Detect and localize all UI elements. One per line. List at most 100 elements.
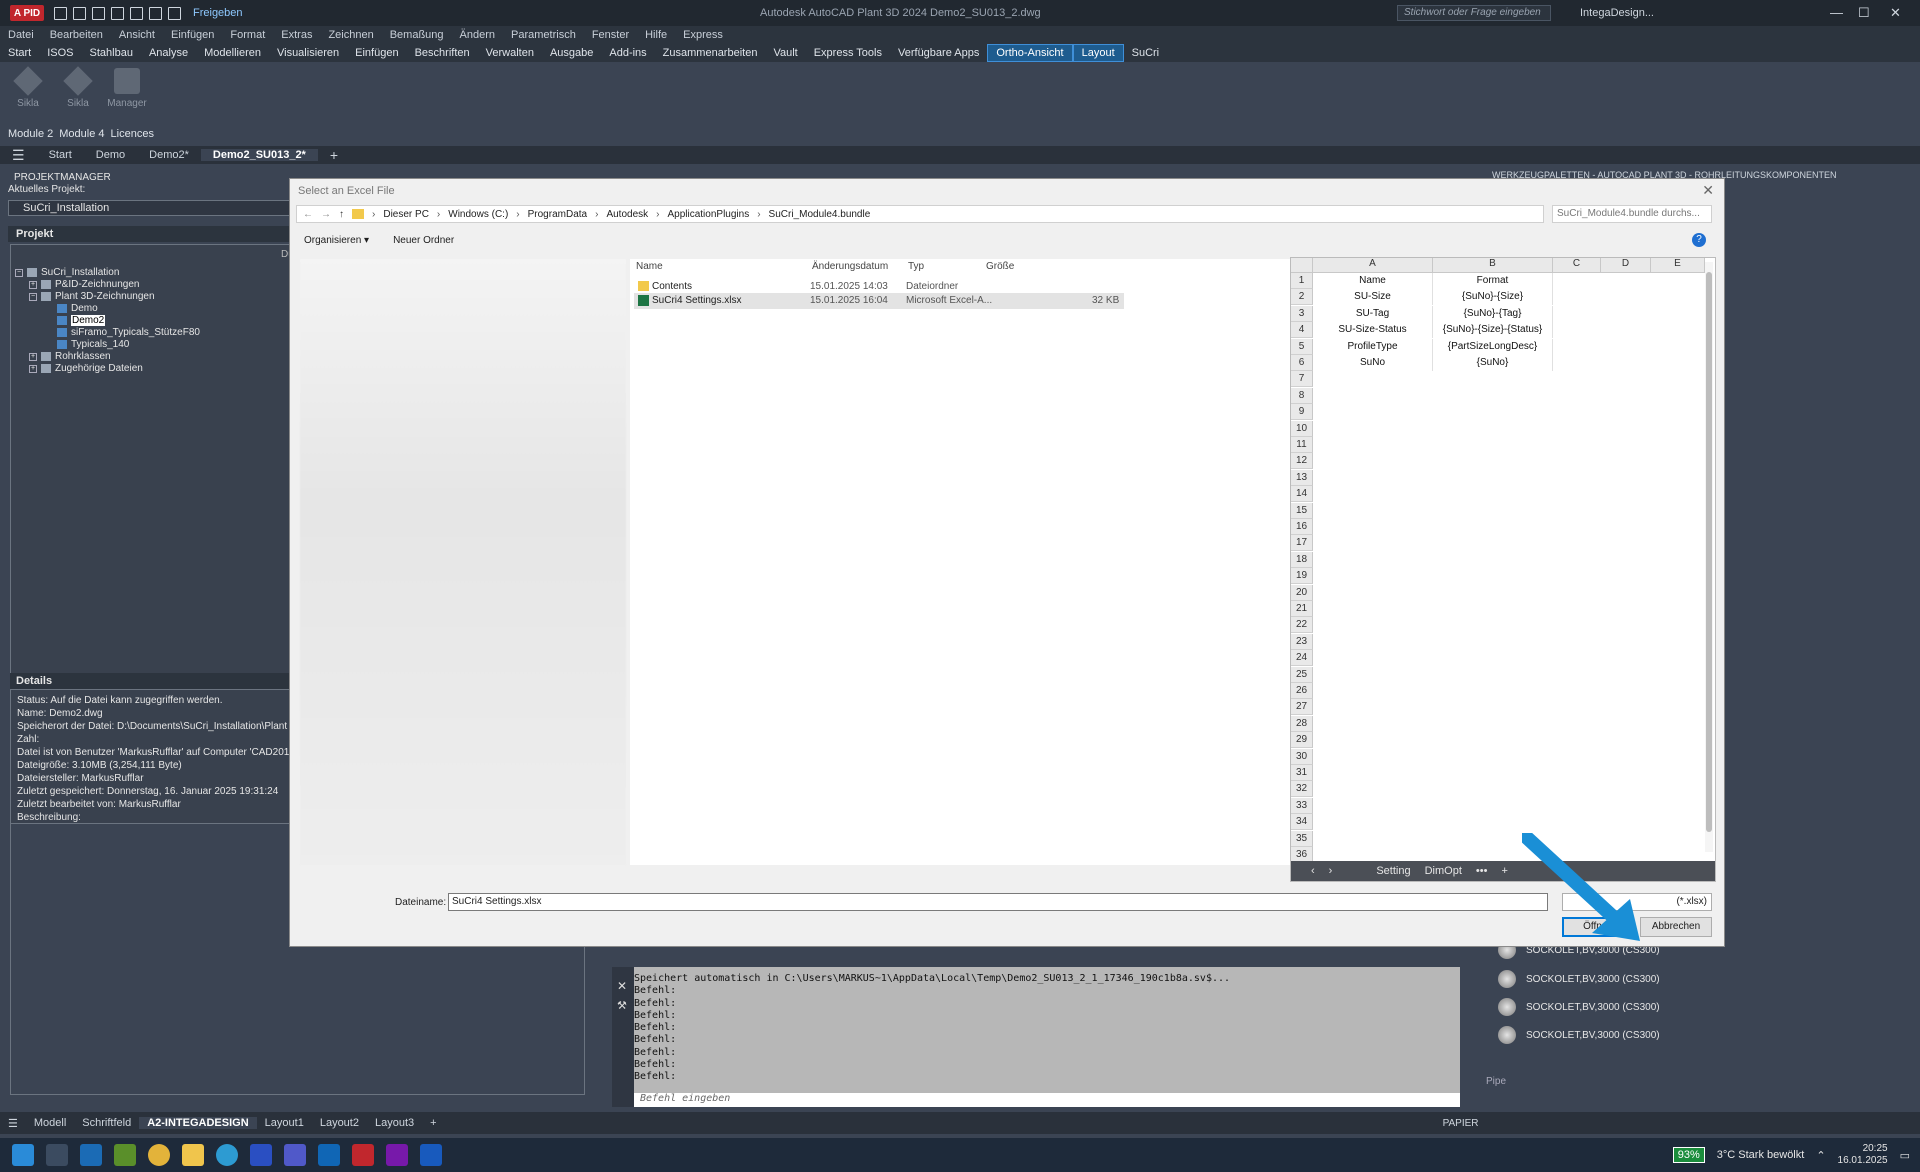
next-sheet-icon[interactable]: ›	[1329, 865, 1333, 877]
breadcrumb-item[interactable]: ApplicationPlugins	[667, 209, 749, 220]
menu-item[interactable]: Hilfe	[637, 29, 675, 41]
autocad-icon[interactable]	[352, 1144, 374, 1166]
filename-input[interactable]: SuCri4 Settings.xlsx	[448, 893, 1548, 911]
ribbon-tab[interactable]: Verfügbare Apps	[890, 45, 987, 61]
add-sheet-icon[interactable]: +	[1501, 865, 1507, 877]
menu-item[interactable]: Fenster	[584, 29, 637, 41]
collapse-icon[interactable]: −	[29, 292, 37, 301]
menu-item[interactable]: Ändern	[452, 29, 503, 41]
palette-item[interactable]: SOCKOLET,BV,3000 (CS300)	[1498, 998, 1660, 1016]
palette-item[interactable]: SOCKOLET,BV,3000 (CS300)	[1498, 1026, 1660, 1044]
expand-icon[interactable]: +	[29, 280, 37, 289]
autocad-logo[interactable]: A PID	[10, 5, 44, 21]
ribbon-tab[interactable]: Verwalten	[478, 45, 542, 61]
col-size[interactable]: Größe	[986, 261, 1014, 272]
teams-icon[interactable]	[284, 1144, 306, 1166]
weather-widget[interactable]: 3°C Stark bewölkt	[1717, 1149, 1805, 1161]
expand-icon[interactable]: +	[29, 364, 37, 373]
doc-tab-demo2[interactable]: Demo2*	[137, 149, 201, 161]
menu-item[interactable]: Extras	[273, 29, 320, 41]
tree-item[interactable]: Typicals_140	[57, 339, 129, 350]
ribbon-tab[interactable]: Start	[0, 45, 39, 61]
menu-item[interactable]: Zeichnen	[320, 29, 381, 41]
menu-item[interactable]: Express	[675, 29, 731, 41]
new-icon[interactable]	[54, 6, 67, 20]
save-icon[interactable]	[92, 6, 105, 20]
current-project-select[interactable]: SuCri_Installation	[8, 200, 298, 216]
help-search-input[interactable]: Stichwort oder Frage eingeben	[1397, 5, 1551, 21]
app-icon[interactable]	[80, 1144, 102, 1166]
saveas-icon[interactable]	[111, 6, 124, 20]
prev-sheet-icon[interactable]: ‹	[1311, 865, 1315, 877]
close-icon[interactable]: ✕	[617, 979, 634, 993]
sheet-tab-setting[interactable]: Setting	[1376, 865, 1410, 877]
layout-tab[interactable]: Schriftfeld	[74, 1117, 139, 1129]
command-input[interactable]: Befehl eingeben	[634, 1093, 1460, 1107]
layout-tab[interactable]: Layout3	[367, 1117, 422, 1129]
menu-item[interactable]: Parametrisch	[503, 29, 584, 41]
doc-tab-start[interactable]: Start	[37, 149, 84, 161]
ribbon-tab[interactable]: ISOS	[39, 45, 81, 61]
ribbon-tab[interactable]: Einfügen	[347, 45, 406, 61]
print-icon[interactable]	[130, 6, 143, 20]
new-tab-icon[interactable]: +	[318, 147, 350, 163]
open-icon[interactable]	[73, 6, 86, 20]
manager-button[interactable]: Manager	[107, 68, 147, 109]
organize-button[interactable]: Organisieren ▾	[304, 235, 369, 246]
up-icon[interactable]: ↑	[339, 209, 344, 220]
maximize-icon[interactable]: ☐	[1858, 5, 1870, 21]
add-layout-icon[interactable]: +	[422, 1117, 444, 1129]
breadcrumb-item[interactable]: Windows (C:)	[448, 209, 508, 220]
tree-item[interactable]: siFramo_Typicals_StützeF80	[57, 327, 200, 338]
breadcrumb-item[interactable]: Dieser PC	[383, 209, 429, 220]
hamburger-icon[interactable]: ☰	[0, 1117, 26, 1130]
ribbon-tab[interactable]: Ausgabe	[542, 45, 601, 61]
ribbon-tab[interactable]: Visualisieren	[269, 45, 347, 61]
ribbon-tab[interactable]: Add-ins	[601, 45, 654, 61]
wrench-icon[interactable]: ⚒	[617, 999, 634, 1012]
doc-tab-demo[interactable]: Demo	[84, 149, 137, 161]
ribbon-tab[interactable]: Modellieren	[196, 45, 269, 61]
breadcrumb-item[interactable]: Autodesk	[606, 209, 648, 220]
layout-tab[interactable]: Layout2	[312, 1117, 367, 1129]
file-row-selected[interactable]: SuCri4 Settings.xlsx 15.01.2025 16:04 Mi…	[634, 293, 1124, 309]
sikla-button-1[interactable]: Sikla	[8, 66, 48, 109]
breadcrumb-item[interactable]: SuCri_Module4.bundle	[769, 209, 871, 220]
more-sheets-icon[interactable]: •••	[1476, 865, 1488, 877]
network-icon[interactable]: ⌃	[1816, 1149, 1825, 1162]
app-icon[interactable]	[250, 1144, 272, 1166]
breadcrumb-item[interactable]: ProgramData	[528, 209, 587, 220]
collapse-icon[interactable]: −	[15, 268, 23, 277]
sheet-tab-dimopt[interactable]: DimOpt	[1425, 865, 1462, 877]
onenote-icon[interactable]	[386, 1144, 408, 1166]
palette-item[interactable]: SOCKOLET,BV,3000 (CS300)	[1498, 970, 1660, 988]
doc-tab-demo2-su013[interactable]: Demo2_SU013_2*	[200, 149, 318, 161]
back-icon[interactable]: ←	[303, 209, 313, 220]
help-icon[interactable]: ?	[1692, 233, 1706, 247]
chrome-icon[interactable]	[148, 1144, 170, 1166]
paper-space-toggle[interactable]: PAPIER	[1435, 1118, 1487, 1129]
menu-item[interactable]: Bearbeiten	[42, 29, 111, 41]
tree-item-selected[interactable]: Demo2	[57, 315, 106, 326]
menu-item[interactable]: Format	[222, 29, 273, 41]
ribbon-tab[interactable]: Beschriften	[407, 45, 478, 61]
start-icon[interactable]	[12, 1144, 34, 1166]
expand-icon[interactable]: +	[29, 352, 37, 361]
edge-icon[interactable]	[216, 1144, 238, 1166]
ribbon-tab[interactable]: Stahlbau	[82, 45, 141, 61]
layout-tab[interactable]: Layout1	[257, 1117, 312, 1129]
word-icon[interactable]	[420, 1144, 442, 1166]
sikla-button-2[interactable]: Sikla	[58, 66, 98, 109]
share-button[interactable]: Freigeben	[193, 7, 243, 19]
app-icon[interactable]	[114, 1144, 136, 1166]
forward-icon[interactable]: →	[321, 209, 331, 220]
tab-module-4[interactable]: Module 4	[59, 128, 104, 140]
ribbon-tab[interactable]: Vault	[765, 45, 805, 61]
redo-icon[interactable]	[168, 6, 181, 20]
tree-item[interactable]: + P&ID-Zeichnungen	[29, 279, 140, 290]
ribbon-tab[interactable]: Zusammenarbeiten	[655, 45, 766, 61]
battery-indicator[interactable]: 93%	[1672, 1147, 1705, 1163]
tree-item[interactable]: + Zugehörige Dateien	[29, 363, 143, 374]
explorer-icon[interactable]	[182, 1144, 204, 1166]
tree-item[interactable]: − Plant 3D-Zeichnungen	[29, 291, 155, 302]
